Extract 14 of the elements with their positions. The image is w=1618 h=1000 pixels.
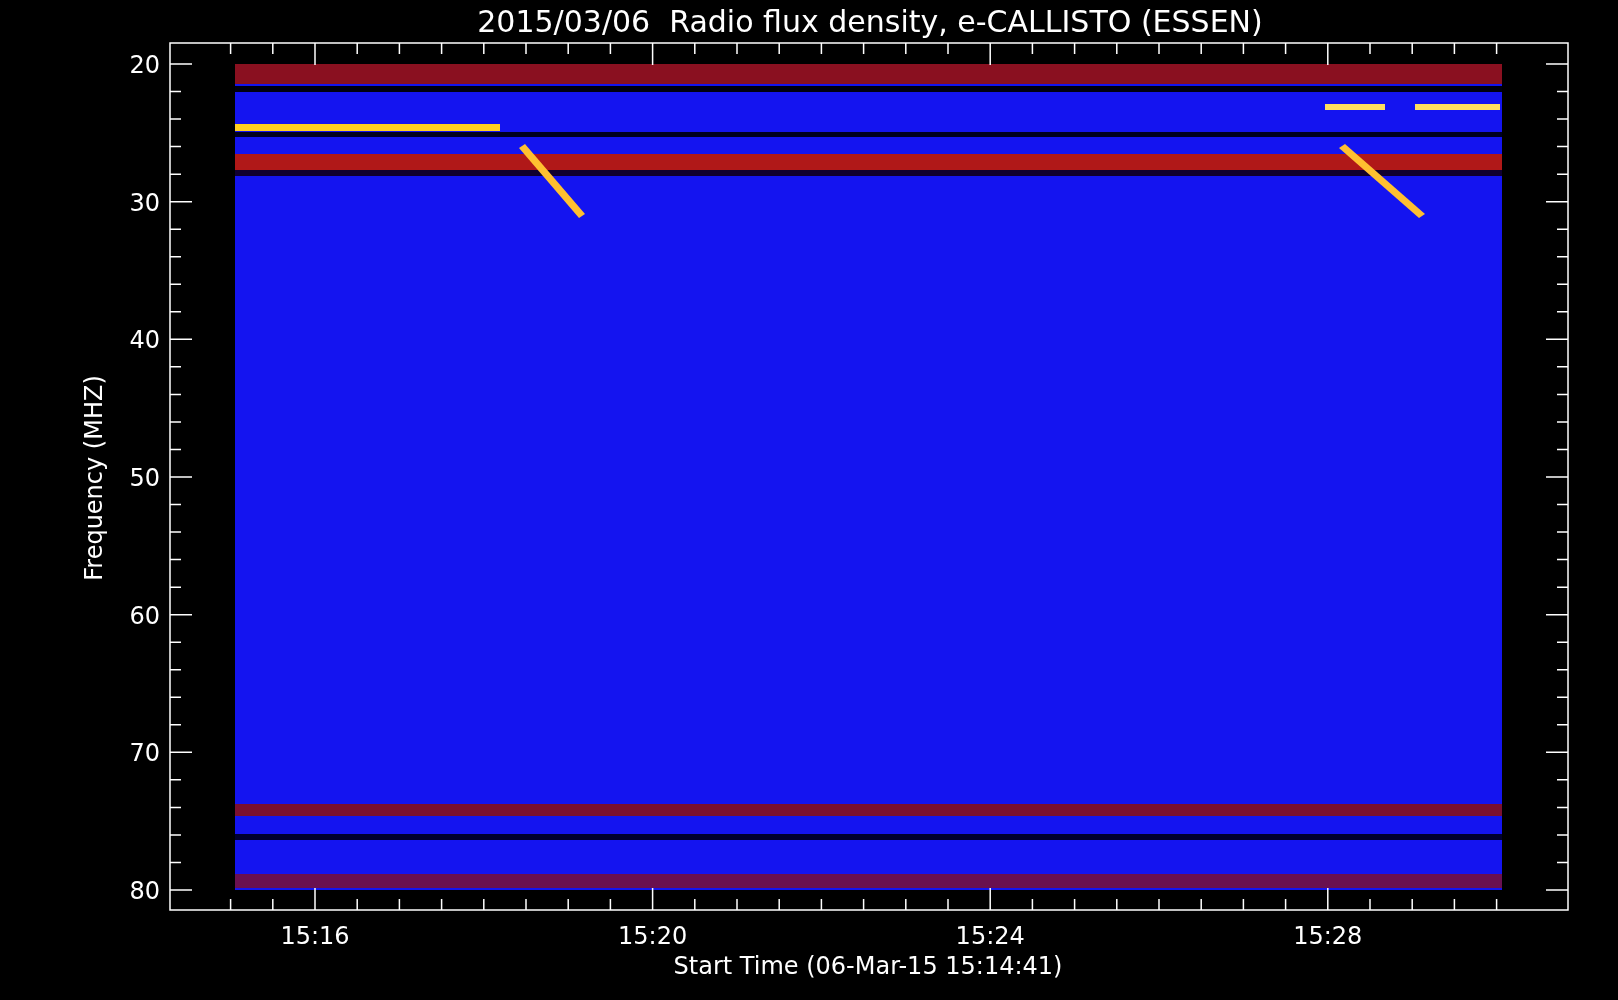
y-tick-label: 60 <box>129 601 160 630</box>
x-tick-label: 15:16 <box>280 922 350 950</box>
chart-title: 2015/03/06 Radio flux density, e-CALLISTO (ESSEN) <box>477 4 1263 39</box>
x-tick-label: 15:24 <box>955 922 1025 950</box>
y-tick-label: 40 <box>129 326 160 355</box>
y-tick-label: 50 <box>129 464 160 492</box>
x-tick-label: 15:20 <box>618 922 688 950</box>
x-tick-label: 15:28 <box>1293 922 1363 950</box>
x-axis-label: Start Time (06-Mar-15 15:14:41) <box>673 952 1063 980</box>
y-tick-label: 30 <box>129 188 160 217</box>
y-tick-label: 20 <box>129 51 160 79</box>
y-axis-label: Frequency (MHZ) <box>80 375 108 581</box>
y-tick-label: 70 <box>129 739 160 768</box>
y-tick-label: 80 <box>129 877 160 905</box>
